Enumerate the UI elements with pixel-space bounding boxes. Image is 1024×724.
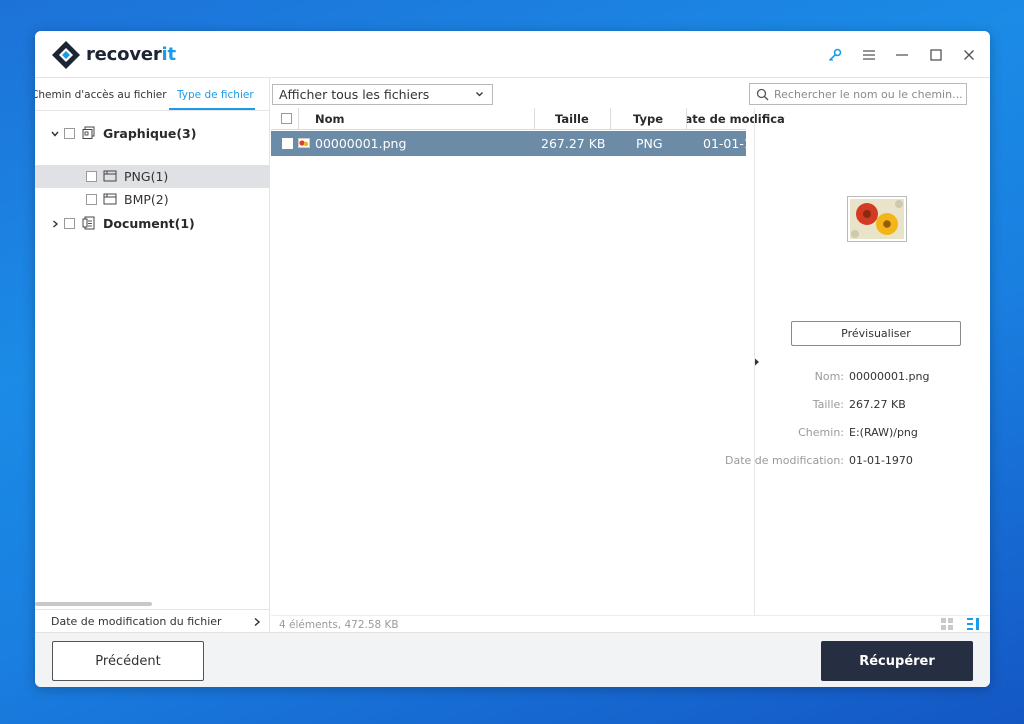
tree-label-graphique: Graphique(3) <box>103 126 197 141</box>
row-checkbox[interactable] <box>282 138 293 149</box>
tree-label-bmp: BMP(2) <box>124 192 169 207</box>
chevron-down-icon <box>476 92 483 97</box>
preview-path-value: E:(RAW)/png <box>849 426 918 439</box>
collapse-panel-icon[interactable] <box>754 358 760 366</box>
app-name: recoverit <box>86 44 176 65</box>
tree-item-graphique[interactable]: Graphique(3) <box>35 122 270 145</box>
file-list-header: Nom Taille Type Date de modification <box>271 108 785 130</box>
preview-button[interactable]: Prévisualiser <box>791 321 961 346</box>
date-filter-label: Date de modification du fichier <box>51 615 222 628</box>
png-checkbox[interactable] <box>86 171 97 182</box>
preview-date-label: Date de modification: <box>724 454 844 467</box>
bottom-action-bar: Précédent Récupérer <box>35 632 990 687</box>
column-size[interactable]: Taille <box>535 108 611 130</box>
left-panel: Chemin d'accès au fichier Type de fichie… <box>35 78 270 632</box>
chevron-down-icon[interactable] <box>50 129 60 139</box>
table-row[interactable]: 00000001.png 267.27 KB PNG 01-01-1970 <box>271 131 776 156</box>
column-type[interactable]: Type <box>611 108 687 130</box>
file-type-icon <box>103 170 117 182</box>
document-checkbox[interactable] <box>64 218 75 229</box>
file-filter-value: Afficher tous les fichiers <box>279 87 430 102</box>
grid-view-icon[interactable] <box>940 617 954 631</box>
tree-item-bmp[interactable]: BMP(2) <box>35 188 270 211</box>
chevron-right-icon <box>254 617 261 627</box>
menu-icon[interactable] <box>859 45 879 65</box>
app-window: recoverit Chemin d'accès au fichier Type… <box>35 31 990 687</box>
recoverit-logo-icon <box>52 41 80 69</box>
search-icon <box>756 88 769 101</box>
search-input[interactable] <box>774 86 962 102</box>
tree-item-png[interactable]: PNG(1) <box>35 165 270 188</box>
tree-item-document[interactable]: Document(1) <box>35 212 270 235</box>
file-size: 267.27 KB <box>541 136 606 151</box>
chevron-right-icon[interactable] <box>50 219 60 229</box>
graphique-checkbox[interactable] <box>64 128 75 139</box>
list-view-icon[interactable] <box>966 617 980 631</box>
tab-file-path[interactable]: Chemin d'accès au fichier <box>35 89 167 101</box>
file-type: PNG <box>636 136 663 151</box>
file-name: 00000001.png <box>315 136 407 151</box>
status-bar: 4 éléments, 472.58 KB <box>271 615 990 632</box>
maximize-icon[interactable] <box>926 45 946 65</box>
select-all-checkbox[interactable] <box>281 113 292 124</box>
date-modification-filter[interactable]: Date de modification du fichier <box>35 609 270 633</box>
title-bar: recoverit <box>35 31 990 78</box>
close-icon[interactable] <box>959 45 979 65</box>
recover-button[interactable]: Récupérer <box>821 641 973 681</box>
previous-button[interactable]: Précédent <box>52 641 204 681</box>
column-type-label: Type <box>633 112 664 126</box>
header-checkbox-cell <box>271 108 299 130</box>
preview-size-value: 267.27 KB <box>849 398 906 411</box>
preview-date-value: 01-01-1970 <box>849 454 913 467</box>
view-tabs: Chemin d'accès au fichier Type de fichie… <box>35 78 270 111</box>
bmp-checkbox[interactable] <box>86 194 97 205</box>
preview-size-label: Taille: <box>812 398 844 411</box>
tree-label-png: PNG(1) <box>124 169 169 184</box>
active-tab-indicator <box>169 108 255 110</box>
preview-path-label: Chemin: <box>798 426 844 439</box>
column-name[interactable]: Nom <box>299 108 535 130</box>
graphics-folder-icon <box>82 126 95 139</box>
key-icon[interactable] <box>825 45 845 65</box>
preview-name-label: Nom: <box>814 370 844 383</box>
tab-file-type[interactable]: Type de fichier <box>177 89 254 101</box>
preview-panel <box>754 108 990 615</box>
file-filter-dropdown[interactable]: Afficher tous les fichiers <box>272 84 493 105</box>
column-name-label: Nom <box>315 112 345 126</box>
tree-label-document: Document(1) <box>103 216 195 231</box>
column-size-label: Taille <box>555 112 589 126</box>
file-type-icon <box>103 193 117 205</box>
image-file-icon <box>298 138 310 148</box>
document-folder-icon <box>82 216 95 230</box>
preview-name-value: 00000001.png <box>849 370 930 383</box>
search-box[interactable] <box>749 83 967 105</box>
image-thumbnail <box>847 196 907 242</box>
horizontal-scrollbar[interactable] <box>35 602 152 606</box>
status-text: 4 éléments, 472.58 KB <box>279 619 399 631</box>
minimize-icon[interactable] <box>892 45 912 65</box>
